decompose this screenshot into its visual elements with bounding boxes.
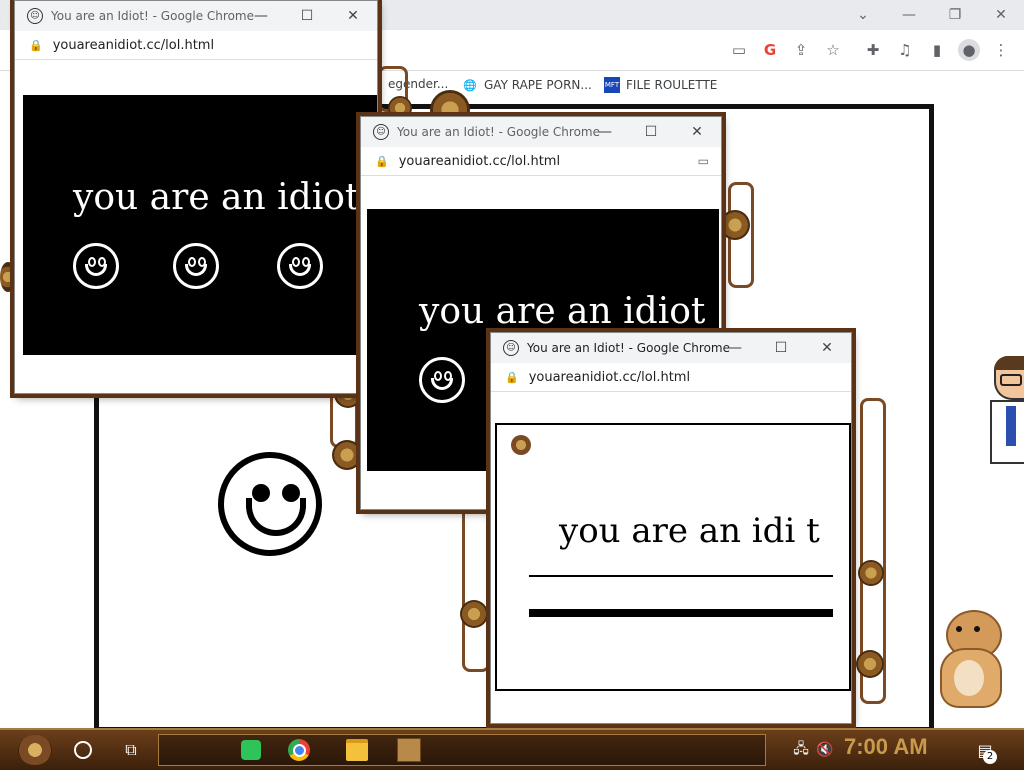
gear-icon: [511, 435, 531, 455]
smiley-icon: [277, 243, 323, 289]
menu-icon[interactable]: ⋮: [990, 39, 1012, 61]
idiot-banner: you are an idiot: [23, 95, 377, 355]
popup-url: youareanidiot.cc/lol.html: [528, 369, 691, 385]
restore-button[interactable]: ❐: [940, 4, 970, 26]
game-app-icon[interactable]: [392, 734, 426, 766]
smiley-favicon-icon: ☺: [373, 124, 389, 140]
popup-blocked-icon[interactable]: ▭: [698, 154, 709, 168]
notification-count-badge: 2: [983, 750, 997, 764]
close-button[interactable]: ✕: [335, 1, 371, 31]
popup-titlebar[interactable]: ☺ You are an Idiot! - Google Chrome — ☐ …: [361, 117, 721, 147]
popup-address-bar[interactable]: 🔒 youareanidiot.cc/lol.html: [15, 31, 377, 60]
smiley-icon: [73, 243, 119, 289]
tab-search-icon[interactable]: ⌄: [848, 4, 878, 26]
gear-icon: [856, 650, 884, 678]
white-content-box: you are an idi t: [495, 423, 851, 691]
minimize-button[interactable]: —: [894, 4, 924, 26]
popup-address-bar[interactable]: 🔒 youareanidiot.cc/lol.html ▭: [361, 147, 721, 176]
close-button[interactable]: ✕: [809, 333, 845, 363]
hamster-icon: [928, 604, 1008, 708]
sidepanel-icon[interactable]: ▮: [926, 39, 948, 61]
gear-icon: [858, 560, 884, 586]
idiot-text: you are an idiot: [419, 291, 706, 332]
cast-blocked-icon[interactable]: ▭: [728, 39, 750, 61]
chrome-icon[interactable]: [282, 734, 316, 766]
popup-window[interactable]: ☺ You are an Idiot! - Google Chrome — ☐ …: [490, 332, 852, 724]
gear-icon: [332, 440, 362, 470]
smiley-icon: [173, 243, 219, 289]
notes-app-icon[interactable]: [234, 734, 268, 766]
minimize-button[interactable]: —: [587, 117, 623, 147]
divider-line: [529, 575, 833, 577]
idiot-text: you are an idiot: [73, 177, 360, 218]
start-button[interactable]: [12, 734, 58, 766]
popup-title: You are an Idiot! - Google Chrome: [397, 125, 600, 139]
close-button[interactable]: ✕: [986, 4, 1016, 26]
close-button[interactable]: ✕: [679, 117, 715, 147]
idiot-text: you are an idi t: [559, 511, 820, 551]
popup-url: youareanidiot.cc/lol.html: [398, 153, 561, 169]
google-icon[interactable]: G: [759, 39, 781, 61]
bookmark-item[interactable]: 🌐 GAY RAPE PORN...: [462, 77, 592, 93]
media-icon[interactable]: ♫: [894, 39, 916, 61]
taskbar-clock[interactable]: 7:00 AM: [844, 734, 928, 760]
share-icon[interactable]: ⇪: [790, 39, 812, 61]
mft-icon: MFT: [604, 77, 620, 93]
lock-icon: 🔒: [375, 154, 389, 168]
bookmark-item[interactable]: MFT FILE ROULETTE: [604, 77, 717, 93]
star-icon[interactable]: ☆: [822, 39, 844, 61]
maximize-button[interactable]: ☐: [633, 117, 669, 147]
profile-icon[interactable]: ●: [958, 39, 980, 61]
bookmark-label: GAY RAPE PORN...: [484, 78, 592, 92]
lock-icon: 🔒: [505, 370, 519, 384]
smiley-face-icon: [218, 452, 322, 556]
gear-icon: [460, 600, 488, 628]
cartoon-man-icon: [990, 356, 1024, 466]
popup-window[interactable]: ☺ You are an Idiot! - Google Chrome — ☐ …: [14, 0, 378, 394]
file-explorer-icon[interactable]: [340, 734, 374, 766]
popup-url: youareanidiot.cc/lol.html: [52, 37, 215, 53]
smiley-favicon-icon: ☺: [27, 8, 43, 24]
minimize-button[interactable]: —: [243, 1, 279, 31]
popup-title: You are an Idiot! - Google Chrome: [51, 9, 254, 23]
globe-icon: 🌐: [463, 78, 477, 92]
task-view-icon[interactable]: ⧉: [114, 734, 148, 766]
smiley-icon: [419, 357, 465, 403]
maximize-button[interactable]: ☐: [289, 1, 325, 31]
maximize-button[interactable]: ☐: [763, 333, 799, 363]
popup-address-bar[interactable]: 🔒 youareanidiot.cc/lol.html: [491, 363, 851, 392]
smiley-favicon-icon: ☺: [503, 340, 519, 356]
gear-icon: [720, 210, 750, 240]
lock-icon: 🔒: [29, 38, 43, 52]
minimize-button[interactable]: —: [717, 333, 753, 363]
extensions-icon[interactable]: ✚: [862, 39, 884, 61]
popup-titlebar[interactable]: ☺ You are an Idiot! - Google Chrome — ☐ …: [491, 333, 851, 363]
divider-line: [529, 609, 833, 617]
popup-titlebar[interactable]: ☺ You are an Idiot! - Google Chrome — ☐ …: [15, 1, 377, 31]
bookmark-label: FILE ROULETTE: [626, 78, 718, 92]
volume-muted-icon[interactable]: 🔇: [808, 734, 842, 766]
popup-title: You are an Idiot! - Google Chrome: [527, 341, 730, 355]
search-icon[interactable]: [66, 734, 100, 766]
